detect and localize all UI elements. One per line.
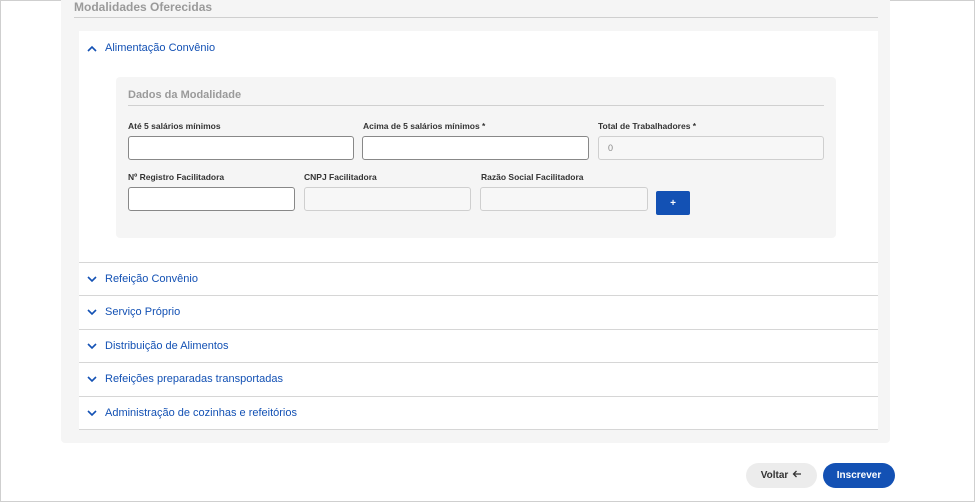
accordion-item-refeicoes-transportadas[interactable]: Refeições preparadas transportadas [79,369,878,389]
chevron-up-icon [83,45,101,52]
accordion-item-servico-proprio[interactable]: Serviço Próprio [79,302,878,322]
back-button-label: Voltar [760,470,789,481]
back-button[interactable]: Voltar [746,463,817,488]
accordion-item-refeicao-convenio[interactable]: Refeição Convênio [79,269,878,289]
accordion-divider [79,396,878,397]
accordion-label: Administração de cozinhas e refeitórios [105,407,297,419]
accordion-label: Refeição Convênio [105,273,198,285]
accordion-label: Alimentação Convênio [105,42,216,54]
accordion-divider [79,262,878,263]
acima5-label: Acima de 5 salários mínimos * [363,121,486,131]
add-facilitator-button[interactable]: + [656,191,690,215]
razao-input [480,187,648,211]
razao-label: Razão Social Facilitadora [481,172,584,182]
chevron-down-icon [83,375,101,383]
modality-data-title: Dados da Modalidade [128,89,242,101]
accordion-divider [79,295,878,296]
accordion-item-administracao-cozinhas[interactable]: Administração de cozinhas e refeitórios [79,403,878,423]
accordion-label: Serviço Próprio [105,306,181,318]
cnpj-input [304,187,471,211]
ate5-label: Até 5 salários mínimos [128,121,221,131]
accordion-label: Refeições preparadas transportadas [105,373,283,385]
registro-input[interactable] [128,187,295,211]
cnpj-label: CNPJ Facilitadora [304,172,377,182]
chevron-down-icon [83,342,101,350]
accordion-header-alimentacao-convenio[interactable]: Alimentação Convênio [79,38,878,58]
registro-label: Nº Registro Facilitadora [128,172,225,182]
chevron-down-icon [83,308,101,316]
acima5-input[interactable] [362,136,589,160]
section-divider [74,17,878,18]
section-title: Modalidades Oferecidas [74,0,213,14]
accordion-label: Distribuição de Alimentos [105,340,229,352]
ate5-input[interactable] [128,136,354,160]
total-label: Total de Trabalhadores * [598,121,697,131]
submit-button[interactable]: Inscrever [823,463,895,488]
accordion-divider [79,362,878,363]
chevron-down-icon [83,409,101,417]
accordion-divider [79,329,878,330]
accordion-item-distribuicao-alimentos[interactable]: Distribuição de Alimentos [79,336,878,356]
total-input [598,136,824,160]
arrow-left-icon [792,470,802,481]
modality-data-divider [128,105,824,106]
chevron-down-icon [83,275,101,283]
accordion-divider [79,429,878,430]
